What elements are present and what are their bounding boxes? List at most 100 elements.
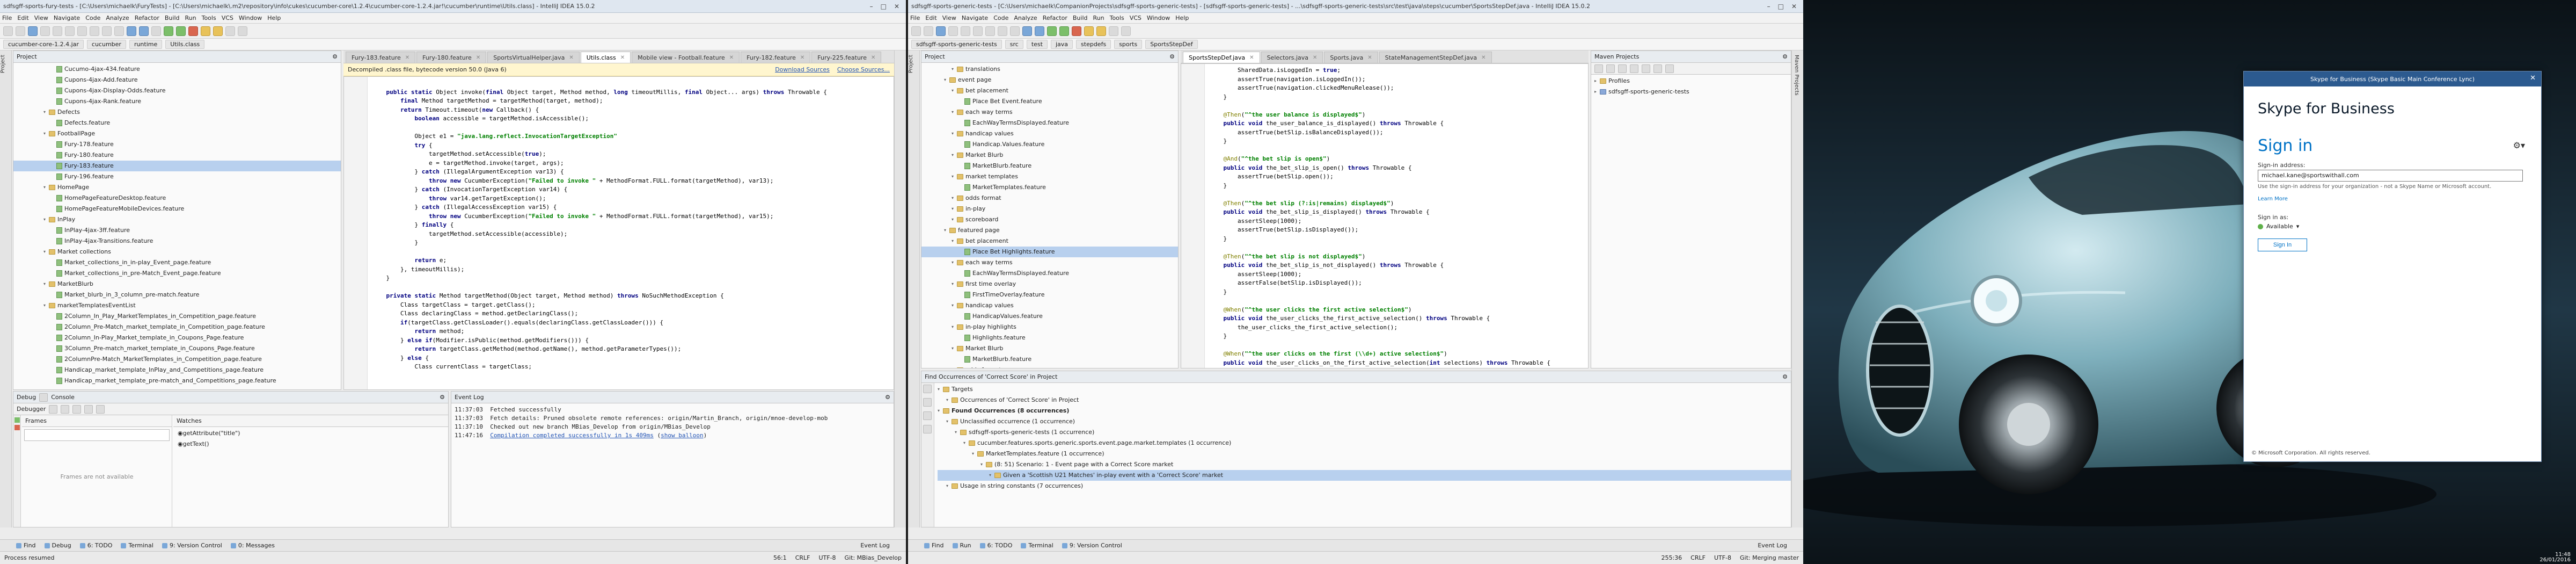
tool-tab-terminal[interactable]: Terminal: [1021, 542, 1053, 549]
tree-file-item[interactable]: 2Column_In_Play_MarketTemplates_in_Compe…: [13, 311, 341, 322]
tree-file-item[interactable]: Highlights.feature: [921, 332, 1178, 343]
menu-help[interactable]: Help: [267, 15, 281, 21]
code-editor[interactable]: SharedData.isLoggedIn = true; assertTrue…: [1181, 63, 1589, 368]
choose-sources-link[interactable]: Choose Sources...: [837, 66, 890, 73]
console-tab[interactable]: Console: [51, 394, 75, 401]
menu-file[interactable]: File: [910, 15, 920, 21]
menu-code[interactable]: Code: [993, 15, 1008, 21]
maven-profiles[interactable]: ▸ Profiles: [1594, 76, 1791, 86]
menu-vcs[interactable]: VCS: [222, 15, 233, 21]
tree-file-item[interactable]: FirstTimeOverlay.feature: [921, 290, 1178, 300]
tree-folder-item[interactable]: ▾ odds format: [921, 193, 1178, 204]
download-icon[interactable]: [1618, 64, 1627, 73]
close-icon[interactable]: ✕: [729, 55, 734, 61]
tree-file-item[interactable]: Market_collections_in_in-play_Event_page…: [13, 257, 341, 268]
editor-gutter[interactable]: [344, 77, 368, 389]
tree-folder-item[interactable]: ▾ handicap values: [921, 128, 1178, 139]
menu-view[interactable]: View: [942, 15, 956, 21]
tree-file-item[interactable]: Cupons-4jax-Add.feature: [13, 75, 341, 85]
download-sources-link[interactable]: Download Sources: [775, 66, 830, 73]
back-icon[interactable]: [127, 26, 136, 36]
stop-debug-icon[interactable]: [14, 425, 20, 430]
undo-icon[interactable]: [948, 26, 958, 36]
find-result-item[interactable]: ▾ Usage in string constants (7 occurrence…: [938, 481, 1791, 491]
tree-file-item[interactable]: Cupons-4jax-Display-Odds.feature: [13, 85, 341, 96]
gear-icon[interactable]: ⚙: [1782, 373, 1788, 380]
gear-icon[interactable]: ⚙: [1169, 53, 1175, 60]
close-icon[interactable]: ✕: [1481, 55, 1485, 61]
menu-build[interactable]: Build: [1073, 15, 1088, 21]
stop-icon[interactable]: [188, 26, 198, 36]
menu-file[interactable]: File: [2, 15, 12, 21]
status-field[interactable]: UTF-8: [1714, 554, 1731, 561]
menu-run[interactable]: Run: [185, 15, 196, 21]
tool-tab-terminal[interactable]: Terminal: [121, 542, 153, 549]
redo-icon[interactable]: [961, 26, 970, 36]
watch-item[interactable]: ◉ getText(): [178, 439, 448, 450]
find-result-item[interactable]: ▾ Given a 'Scottish U21 Matches' in-play …: [938, 470, 1791, 481]
cut-icon[interactable]: [973, 26, 983, 36]
maximize-icon[interactable]: □: [1778, 3, 1784, 10]
editor-tab[interactable]: StateManagementStepDef.java ✕: [1379, 52, 1492, 63]
menu-navigate[interactable]: Navigate: [962, 15, 988, 21]
step-out-icon[interactable]: [72, 404, 82, 414]
tree-file-item[interactable]: Handicap.Values.feature: [921, 139, 1178, 150]
gear-icon[interactable]: ⚙: [332, 53, 338, 60]
forward-icon[interactable]: [139, 26, 149, 36]
tree-file-item[interactable]: Fury-183.feature: [13, 161, 341, 171]
tree-file-item[interactable]: Fury-178.feature: [13, 139, 341, 150]
rerun-icon[interactable]: [923, 385, 932, 393]
learn-more-link[interactable]: Learn More: [2244, 192, 2541, 206]
breadcrumb-item[interactable]: SportsStepDef: [1145, 40, 1198, 49]
tree-folder-item[interactable]: ▾ Market Blurb: [921, 343, 1178, 354]
menu-window[interactable]: Window: [1147, 15, 1170, 21]
tool-tab-debug[interactable]: Debug: [44, 542, 71, 549]
tree-folder-item[interactable]: ▾ in-play: [921, 204, 1178, 214]
tree-file-item[interactable]: Handicap_market_template_pre-match_and_C…: [13, 375, 341, 386]
help-icon[interactable]: [238, 26, 247, 36]
close-find-icon[interactable]: [923, 398, 932, 407]
find-icon[interactable]: [102, 26, 112, 36]
menu-tools[interactable]: Tools: [1110, 15, 1124, 21]
tree-folder-item[interactable]: ▾ bet placement: [921, 236, 1178, 247]
tree-file-item[interactable]: 2Column_In-Play_Market_template_in_Coupo…: [13, 332, 341, 343]
tool-tab-messages[interactable]: 0: Messages: [230, 542, 275, 549]
code-editor[interactable]: public static Object invoke(final Object…: [343, 76, 894, 390]
editor-tab[interactable]: Mobile view - Football.feature ✕: [632, 52, 740, 63]
vcs-update-icon[interactable]: [201, 26, 210, 36]
find-result-item[interactable]: ▾ cucumber.features.sports.generic.sports…: [938, 438, 1791, 449]
close-icon[interactable]: ✕: [1313, 55, 1317, 61]
gear-icon[interactable]: ⚙▾: [2513, 140, 2525, 150]
breadcrumb-item[interactable]: Utils.class: [165, 40, 205, 49]
make-icon[interactable]: [151, 26, 161, 36]
show-balloon-link[interactable]: show balloon: [661, 432, 703, 439]
tree-folder-item[interactable]: ▾ each way terms: [921, 257, 1178, 268]
tree-file-item[interactable]: Cupons-4jax-Rank.feature: [13, 96, 341, 107]
close-icon[interactable]: ✕: [1249, 55, 1254, 61]
editor-gutter[interactable]: [1181, 64, 1205, 368]
find-icon[interactable]: [1010, 26, 1020, 36]
sign-in-button[interactable]: Sign In: [2258, 238, 2307, 251]
menu-tools[interactable]: Tools: [202, 15, 216, 21]
tool-tab-todo[interactable]: 6: TODO: [79, 542, 112, 549]
project-tool-button[interactable]: Project: [0, 50, 8, 77]
tree-file-item[interactable]: MarketBlurb.feature: [921, 161, 1178, 171]
cut-icon[interactable]: [65, 26, 75, 36]
close-icon[interactable]: ✕: [800, 55, 804, 61]
tree-file-item[interactable]: Place Bet Event.feature: [921, 96, 1178, 107]
breadcrumb-item[interactable]: src: [1005, 40, 1023, 49]
back-icon[interactable]: [1022, 26, 1032, 36]
menu-code[interactable]: Code: [85, 15, 100, 21]
menu-analyze[interactable]: Analyze: [106, 15, 129, 21]
tool-tab-run[interactable]: Run: [952, 542, 971, 549]
system-clock[interactable]: 11:48 26/01/2016: [2540, 552, 2571, 563]
menu-refactor[interactable]: Refactor: [135, 15, 159, 21]
run-to-cursor-icon[interactable]: [84, 404, 93, 414]
sync-icon[interactable]: [28, 26, 38, 36]
tree-folder-item[interactable]: ▾ event page: [921, 75, 1178, 85]
debug-icon[interactable]: [1059, 26, 1069, 36]
status-field[interactable]: Git: MBias_Develop: [845, 554, 902, 561]
tool-tab-versioncontrol[interactable]: 9: Version Control: [162, 542, 222, 549]
tool-tab-find[interactable]: Find: [924, 542, 944, 549]
find-result-item[interactable]: ▾ Found Occurrences (8 occurrences): [938, 406, 1791, 416]
